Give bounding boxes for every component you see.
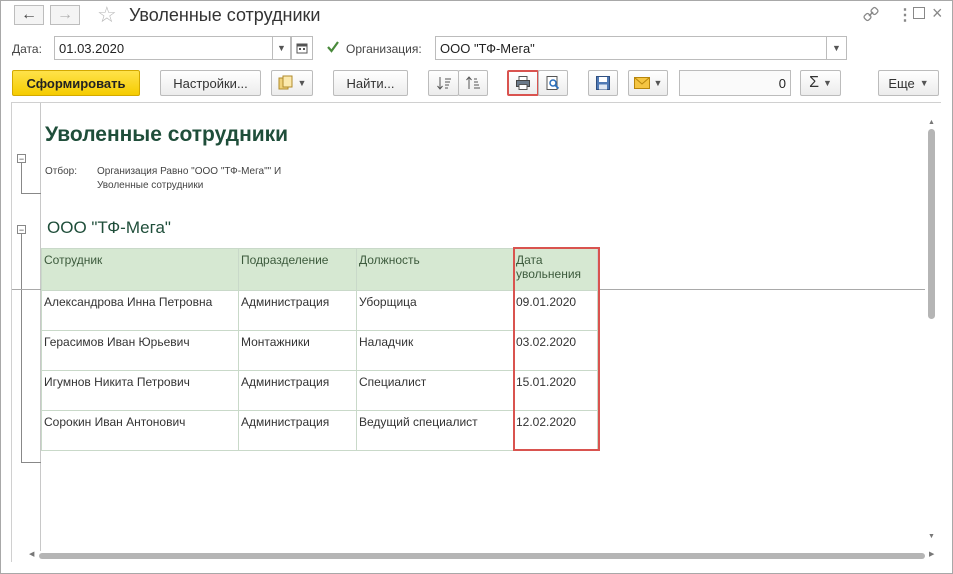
sigma-icon: Σ <box>809 74 819 91</box>
group-header: ООО "ТФ-Мега" <box>47 218 171 237</box>
horizontal-scroll-thumb[interactable] <box>39 553 925 559</box>
cell-position[interactable]: Уборщица <box>356 290 514 331</box>
cell-department[interactable]: Монтажники <box>238 330 357 371</box>
maximize-icon[interactable] <box>913 7 925 19</box>
more-vertical-icon[interactable]: ⋮ <box>897 5 913 25</box>
chevron-down-icon: ▼ <box>822 78 832 88</box>
organization-field[interactable]: ООО "ТФ-Мега" <box>435 36 827 60</box>
chevron-down-icon: ▼ <box>919 78 929 88</box>
envelope-icon <box>633 77 650 89</box>
window-title: Уволенные сотрудники <box>129 5 321 25</box>
group-line <box>21 234 22 462</box>
group-line <box>21 193 41 194</box>
dismissal-date-highlight <box>513 247 600 451</box>
forward-button[interactable]: → <box>50 5 80 25</box>
calendar-icon <box>296 43 308 54</box>
arrow-right-icon: → <box>57 6 73 23</box>
report-title: Уволенные сотрудники <box>45 123 289 146</box>
sort-ascending-icon <box>436 77 451 90</box>
print-preview-icon <box>546 76 560 90</box>
save-icon <box>596 76 610 90</box>
filter-text-line2: Уволенные сотрудники <box>97 180 204 191</box>
collapse-filter-group-icon[interactable]: − <box>17 154 26 164</box>
generate-button[interactable]: Сформировать <box>12 70 140 96</box>
print-preview-button[interactable] <box>538 70 568 96</box>
chevron-down-icon: ▼ <box>653 78 663 88</box>
organization-label: Организация: <box>346 42 422 56</box>
date-value: 01.03.2020 <box>59 40 125 56</box>
scroll-right-icon[interactable]: ▶ <box>929 550 934 558</box>
generate-button-label: Сформировать <box>26 75 126 91</box>
col-header-employee: Сотрудник <box>41 248 239 291</box>
scroll-down-icon[interactable]: ▼ <box>928 533 935 540</box>
link-icon[interactable] <box>863 6 879 22</box>
report-window: ← → ☆ Уволенные сотрудники ⋮ × Дата: 01.… <box>0 0 953 574</box>
close-icon[interactable]: × <box>932 3 943 24</box>
save-button[interactable] <box>588 70 618 96</box>
date-label: Дата: <box>12 42 42 56</box>
chevron-down-icon: ▼ <box>297 78 307 88</box>
organization-dropdown-button[interactable]: ▼ <box>827 36 847 60</box>
report-variants-button[interactable]: ▼ <box>271 70 313 96</box>
printer-icon <box>516 76 530 90</box>
cell-department[interactable]: Администрация <box>238 290 357 331</box>
calendar-button[interactable] <box>291 36 313 60</box>
sum-value: 0 <box>778 75 786 91</box>
sort-descending-button[interactable] <box>458 70 488 96</box>
sum-field: 0 <box>679 70 791 96</box>
group-line <box>21 462 41 463</box>
back-button[interactable]: ← <box>14 5 44 25</box>
settings-button[interactable]: Настройки... <box>160 70 261 96</box>
collapse-org-group-icon[interactable]: − <box>17 225 26 235</box>
sort-descending-icon <box>466 76 480 89</box>
horizontal-scrollbar[interactable]: ◀ ▶ <box>29 551 939 561</box>
group-line <box>21 163 22 193</box>
more-button-label: Еще <box>888 75 915 91</box>
star-icon[interactable]: ☆ <box>97 2 117 28</box>
sum-button[interactable]: Σ ▼ <box>800 70 841 96</box>
find-button-label: Найти... <box>346 75 395 91</box>
more-button[interactable]: Еще ▼ <box>878 70 939 96</box>
organization-value: ООО "ТФ-Мега" <box>440 40 535 56</box>
vertical-scroll-thumb[interactable] <box>928 129 935 319</box>
send-mail-button[interactable]: ▼ <box>628 70 668 96</box>
settings-button-label: Настройки... <box>173 75 248 91</box>
filter-label: Отбор: <box>45 166 77 177</box>
cell-position[interactable]: Специалист <box>356 370 514 411</box>
cell-employee[interactable]: Игумнов Никита Петрович <box>41 370 239 411</box>
print-button[interactable] <box>507 70 539 96</box>
report-variants-icon <box>278 75 293 90</box>
chevron-down-icon: ▼ <box>832 43 841 53</box>
arrow-left-icon: ← <box>21 6 37 23</box>
sort-ascending-button[interactable] <box>428 70 459 96</box>
cell-employee[interactable]: Сорокин Иван Антонович <box>41 410 239 451</box>
cell-position[interactable]: Ведущий специалист <box>356 410 514 451</box>
scroll-up-icon[interactable]: ▲ <box>928 119 935 126</box>
scroll-left-icon[interactable]: ◀ <box>29 550 34 558</box>
col-header-department: Подразделение <box>238 248 357 291</box>
chevron-down-icon: ▼ <box>277 43 286 53</box>
cell-position[interactable]: Наладчик <box>356 330 514 371</box>
date-dropdown-button[interactable]: ▼ <box>273 36 291 60</box>
organization-checkbox[interactable] <box>326 40 340 54</box>
filter-text-line1: Организация Равно "ООО "ТФ-Мега"" И <box>97 166 282 177</box>
cell-employee[interactable]: Герасимов Иван Юрьевич <box>41 330 239 371</box>
date-field[interactable]: 01.03.2020 <box>54 36 273 60</box>
col-header-position: Должность <box>356 248 514 291</box>
vertical-scrollbar[interactable]: ▲ ▼ <box>927 119 937 547</box>
cell-department[interactable]: Администрация <box>238 370 357 411</box>
find-button[interactable]: Найти... <box>333 70 408 96</box>
cell-department[interactable]: Администрация <box>238 410 357 451</box>
cell-employee[interactable]: Александрова Инна Петровна <box>41 290 239 331</box>
